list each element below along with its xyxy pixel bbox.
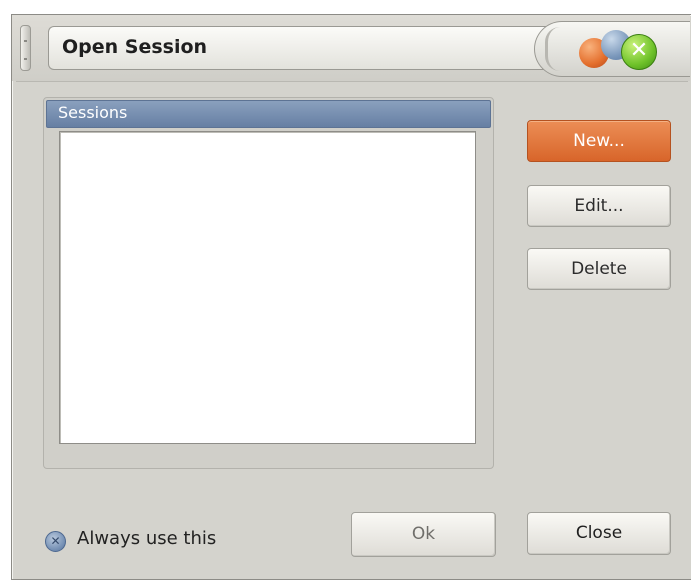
sessions-header-label: Sessions: [58, 103, 128, 122]
always-use-checkbox[interactable]: ✕: [45, 531, 66, 552]
title-divider: [16, 81, 688, 82]
window-title: Open Session: [62, 36, 208, 58]
sessions-list-header: Sessions: [46, 100, 491, 128]
title-bar[interactable]: Open Session ✕: [12, 15, 690, 81]
window-controls: ✕: [534, 21, 690, 77]
title-field: Open Session: [48, 26, 548, 70]
sessions-listbox[interactable]: [59, 131, 476, 444]
always-use-label[interactable]: Always use this: [77, 528, 216, 549]
open-session-dialog: Open Session ✕ Sessions New... Edit... D…: [11, 14, 691, 580]
new-session-button[interactable]: New...: [527, 120, 671, 162]
close-button[interactable]: Close: [527, 512, 671, 555]
delete-session-button[interactable]: Delete: [527, 248, 671, 290]
close-icon[interactable]: ✕: [621, 34, 657, 70]
edit-session-button[interactable]: Edit...: [527, 185, 671, 227]
drag-grip-icon[interactable]: [20, 25, 31, 71]
ok-button[interactable]: Ok: [351, 512, 496, 557]
